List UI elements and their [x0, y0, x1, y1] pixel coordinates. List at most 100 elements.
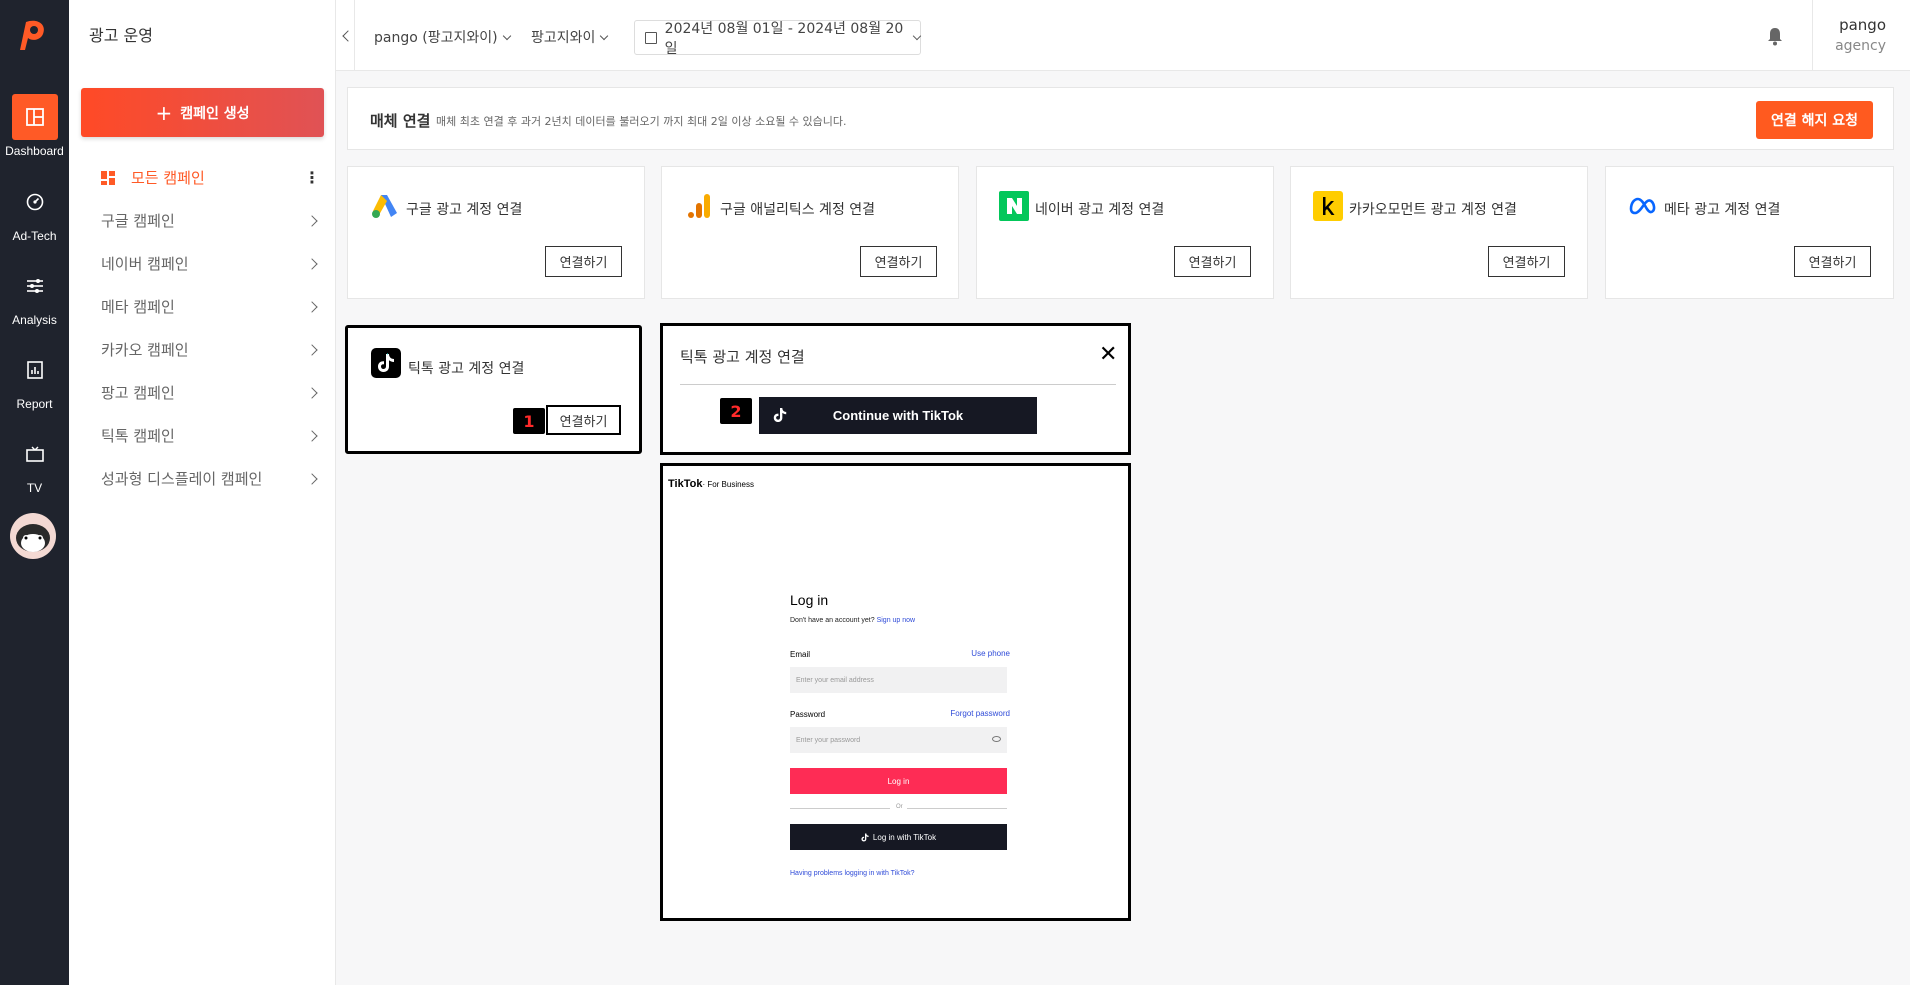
connect-button[interactable]: 연결하기 [1794, 246, 1871, 277]
signup-link[interactable]: Sign up now [877, 617, 916, 624]
password-field[interactable]: Enter your password [790, 727, 1007, 753]
divider [907, 808, 1007, 809]
mascot-avatar-icon[interactable] [8, 512, 58, 560]
connect-button[interactable]: 연결하기 [1488, 246, 1565, 277]
tiktok-for-business-logo: TikTok· For Business [668, 478, 754, 490]
sub-account-dropdown[interactable]: 팡고지와이 [531, 27, 609, 47]
calendar-icon [645, 31, 657, 44]
connect-button[interactable]: 연결하기 [546, 405, 621, 435]
connect-button[interactable]: 연결하기 [545, 246, 622, 277]
brand-suffix: · For Business [702, 480, 755, 489]
kakao-icon [1313, 191, 1343, 221]
divider [1812, 0, 1813, 71]
dashboard-icon [11, 94, 58, 140]
continue-with-tiktok-button[interactable]: Continue with TikTok [759, 397, 1037, 434]
chevron-right-icon [306, 472, 318, 485]
email-field[interactable]: Enter your email address [790, 667, 1007, 693]
app-logo-icon[interactable] [17, 18, 47, 52]
sidebar-item-meta[interactable]: 메타 캠페인 [69, 285, 336, 328]
connect-button[interactable]: 연결하기 [1174, 246, 1251, 277]
chevron-right-icon [306, 429, 318, 442]
google-ads-card: 구글 광고 계정 연결 연결하기 [347, 166, 645, 299]
sub-account-label: 팡고지와이 [531, 30, 596, 46]
login-with-tiktok-button[interactable]: Log in with TikTok [790, 824, 1007, 850]
campaign-list: 모든 캠페인 ⋮ 구글 캠페인 네이버 캠페인 메타 캠페인 카카오 캠페인 팡… [69, 156, 336, 500]
rail-label: Ad-Tech [12, 229, 57, 243]
user-role: agency [1835, 38, 1886, 54]
collapse-sidebar-button[interactable] [336, 0, 356, 71]
sidebar-item-label: 구글 캠페인 [101, 212, 175, 230]
user-menu[interactable]: pango agency [1830, 16, 1886, 54]
notification-bell-icon[interactable] [1767, 26, 1783, 46]
report-icon [12, 347, 58, 393]
rail-label: Dashboard [5, 144, 64, 158]
rail-tv[interactable]: TV [0, 425, 69, 505]
date-range-picker[interactable]: 2024년 08월 01일 - 2024년 08월 20일 [634, 20, 922, 57]
brand-name: TikTok [668, 478, 703, 490]
meta-icon [1629, 197, 1656, 215]
more-options-icon[interactable]: ⋮ [304, 168, 320, 187]
banner-description: 매체 최초 연결 후 과거 2년치 데이터를 불러오기 까지 최대 2일 이상 … [436, 115, 847, 128]
sidebar-item-display[interactable]: 성과형 디스플레이 캠페인 [69, 457, 336, 500]
chevron-right-icon [306, 300, 318, 313]
sidebar-item-label: 성과형 디스플레이 캠페인 [101, 470, 263, 488]
rail-dashboard[interactable]: Dashboard [0, 88, 69, 168]
divider [680, 384, 1116, 385]
login-button[interactable]: Log in [790, 768, 1007, 794]
email-label: Email [790, 650, 811, 659]
use-phone-link[interactable]: Use phone [971, 649, 1010, 658]
close-icon[interactable]: ✕ [1099, 344, 1117, 366]
no-account-text: Don't have an account yet? [790, 617, 875, 624]
tiktok-icon [773, 408, 787, 422]
chevron-right-icon [306, 386, 318, 399]
card-title: 구글 광고 계정 연결 [406, 202, 523, 218]
gauge-icon [12, 179, 58, 225]
eye-icon[interactable] [992, 736, 1001, 742]
top-header: pango (팡고지와이) 팡고지와이 2024년 08월 01일 - 2024… [336, 0, 1910, 71]
or-divider: Or [790, 804, 1007, 814]
account-label: pango (팡고지와이) [374, 30, 498, 46]
connect-button[interactable]: 연결하기 [860, 246, 937, 277]
banner-title: 매체 연결 [370, 112, 431, 130]
sidebar-item-tiktok[interactable]: 틱톡 캠페인 [69, 414, 336, 457]
continue-label: Continue with TikTok [832, 408, 964, 423]
create-campaign-label: 캠페인 생성 [180, 105, 250, 122]
sidebar-item-label: 메타 캠페인 [101, 298, 175, 316]
account-dropdown[interactable]: pango (팡고지와이) [374, 27, 511, 47]
disconnect-request-button[interactable]: 연결 해지 요청 [1756, 101, 1873, 139]
sidebar-item-pango[interactable]: 팡고 캠페인 [69, 371, 336, 414]
tiktok-connect-dialog: 틱톡 광고 계정 연결 ✕ 2 Continue with TikTok [660, 323, 1131, 455]
password-placeholder: Enter your password [796, 736, 861, 744]
google-analytics-card: 구글 애널리틱스 계정 연결 연결하기 [661, 166, 959, 299]
dialog-title: 틱톡 광고 계정 연결 [680, 348, 805, 366]
sidebar-item-label: 네이버 캠페인 [101, 255, 189, 273]
sidebar-item-kakao[interactable]: 카카오 캠페인 [69, 328, 336, 371]
sidebar-item-all-campaigns[interactable]: 모든 캠페인 ⋮ [69, 156, 336, 199]
sidebar-item-label: 카카오 캠페인 [101, 341, 189, 359]
left-rail: Dashboard Ad-Tech Analysis Report TV [0, 0, 69, 985]
rail-analysis[interactable]: Analysis [0, 257, 69, 337]
card-title: 구글 애널리틱스 계정 연결 [720, 202, 876, 218]
chevron-left-icon [342, 29, 354, 42]
user-name: pango [1839, 16, 1886, 34]
step-badge: 2 [720, 398, 752, 424]
forgot-password-link[interactable]: Forgot password [950, 709, 1010, 718]
grid-icon [101, 170, 115, 185]
card-title: 틱톡 광고 계정 연결 [408, 361, 525, 377]
card-title: 네이버 광고 계정 연결 [1035, 202, 1165, 218]
login-heading: Log in [790, 592, 829, 608]
naver-card: 네이버 광고 계정 연결 연결하기 [976, 166, 1274, 299]
sidebar-item-google[interactable]: 구글 캠페인 [69, 199, 336, 242]
create-campaign-button[interactable]: + 캠페인 생성 [81, 88, 324, 137]
rail-report[interactable]: Report [0, 341, 69, 421]
tiktok-icon [861, 833, 869, 841]
rail-ad-tech[interactable]: Ad-Tech [0, 173, 69, 253]
login-help-link[interactable]: Having problems logging in with TikTok? [790, 870, 915, 877]
tiktok-login-label: Log in with TikTok [872, 832, 937, 842]
tiktok-login-frame: TikTok· For Business Log in Don't have a… [660, 463, 1131, 921]
rail-label: Analysis [12, 313, 57, 327]
chevron-right-icon [306, 257, 318, 270]
sidebar-item-naver[interactable]: 네이버 캠페인 [69, 242, 336, 285]
google-ads-icon [372, 195, 397, 218]
tiktok-icon [371, 348, 401, 378]
